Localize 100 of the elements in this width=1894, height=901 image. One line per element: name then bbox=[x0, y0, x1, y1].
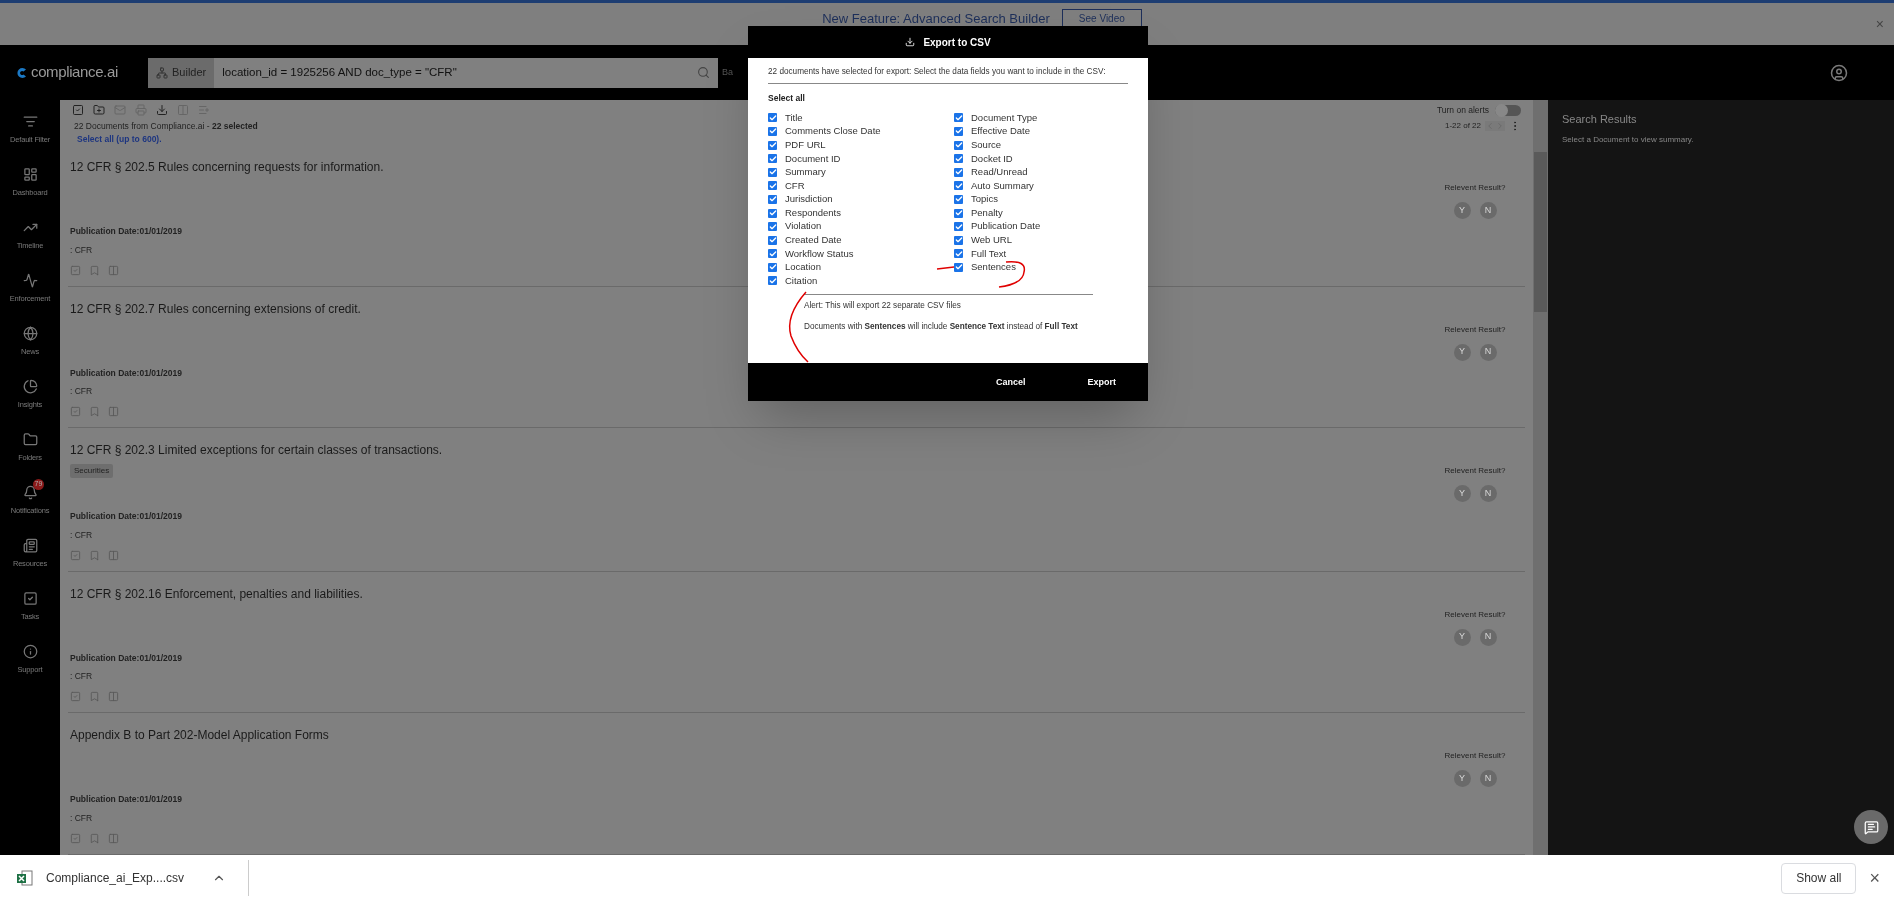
dialog-title: Export to CSV bbox=[923, 35, 991, 50]
select-all-link[interactable]: Select all (up to 600). bbox=[72, 132, 258, 146]
close-button[interactable]: × bbox=[1869, 869, 1880, 887]
checkbox[interactable] bbox=[768, 167, 777, 177]
field-label: Jurisdiction bbox=[785, 192, 833, 207]
field-label: Topics bbox=[971, 192, 998, 207]
checkbox[interactable] bbox=[768, 235, 777, 245]
checkbox[interactable] bbox=[954, 181, 963, 191]
source-text: : CFR bbox=[70, 811, 93, 825]
relevance-prompt: Relevent Result? bbox=[1444, 465, 1506, 477]
banner-text: New Feature: Advanced Search Builder bbox=[821, 10, 1050, 28]
document-title[interactable]: Appendix B to Part 202-Model Application Forms bbox=[70, 726, 329, 744]
checkbox[interactable] bbox=[768, 262, 777, 272]
document-row[interactable]: 12 CFR § 202.3 Limited exceptions for certain classes of transactions. Securities Publication Date:01/01/2019 : CFR Relevent Result? Y N bbox=[68, 428, 1525, 572]
select-checkbox-icon[interactable] bbox=[72, 104, 84, 116]
logo-text: compliance.ai bbox=[31, 62, 118, 83]
checkbox[interactable] bbox=[768, 181, 777, 191]
source-text: : CFR bbox=[70, 528, 93, 542]
no-button[interactable]: N bbox=[1479, 770, 1497, 787]
document-title[interactable]: 12 CFR § 202.3 Limited exceptions for certain classes of transactions. bbox=[70, 441, 443, 459]
document-title[interactable]: 12 CFR § 202.5 Rules concerning requests for information. bbox=[70, 158, 384, 176]
checkbox[interactable] bbox=[768, 113, 777, 123]
checkbox[interactable] bbox=[954, 222, 963, 232]
download-icon[interactable] bbox=[156, 104, 168, 116]
dialog-intro: 22 documents have selected for export: Select the data fields you want to include in the CSV: bbox=[768, 66, 1128, 85]
checkbox[interactable] bbox=[954, 208, 963, 218]
checkbox[interactable] bbox=[768, 194, 777, 204]
document-row[interactable]: Appendix B to Part 202-Model Application Forms Publication Date:01/01/2019 : CFR Relevent Result? Y N bbox=[68, 713, 1525, 855]
checkbox[interactable] bbox=[954, 194, 963, 204]
no-button[interactable]: N bbox=[1479, 485, 1497, 502]
document-title[interactable]: 12 CFR § 202.16 Enforcement, penalties and liabilities. bbox=[70, 584, 363, 603]
folder-icon bbox=[22, 431, 38, 447]
publication-date: Publication Date:01/01/2019 bbox=[70, 225, 182, 238]
folder-add-icon[interactable] bbox=[93, 104, 105, 116]
row-checkbox-icon[interactable] bbox=[70, 549, 81, 561]
field-label: Web URL bbox=[971, 233, 1012, 248]
export-button[interactable]: Export bbox=[1087, 375, 1116, 390]
checkbox[interactable] bbox=[954, 154, 963, 164]
relevance-prompt: Relevent Result? bbox=[1444, 750, 1506, 762]
checkbox[interactable] bbox=[768, 208, 777, 218]
document-row[interactable]: 12 CFR § 202.16 Enforcement, penalties and liabilities. Publication Date:01/01/2019 : CFR Relevent Result? Y N bbox=[68, 571, 1525, 713]
yes-button[interactable]: Y bbox=[1453, 202, 1471, 219]
field-label: Full Text bbox=[971, 246, 1007, 261]
publication-date: Publication Date:01/01/2019 bbox=[70, 510, 182, 523]
checkbox[interactable] bbox=[954, 249, 963, 259]
pagination-label: 1-22 of 22 bbox=[1444, 119, 1481, 132]
topic-tag: Securities bbox=[70, 464, 114, 478]
panel-hint: Select a Document to view summary. bbox=[1562, 133, 1695, 146]
source-text: : CFR bbox=[70, 670, 93, 683]
scrollbar[interactable] bbox=[1533, 100, 1548, 855]
row-checkbox-icon[interactable] bbox=[70, 832, 81, 844]
cancel-button[interactable]: Cancel bbox=[995, 375, 1026, 390]
no-button[interactable]: N bbox=[1479, 202, 1497, 219]
row-checkbox-icon[interactable] bbox=[70, 691, 81, 702]
checkbox[interactable] bbox=[954, 167, 963, 177]
dashboard-icon bbox=[22, 166, 38, 182]
yes-button[interactable]: Y bbox=[1453, 770, 1471, 787]
close-button[interactable]: × bbox=[1875, 17, 1884, 31]
select-all-option[interactable]: Select all bbox=[768, 92, 1128, 106]
row-checkbox-icon[interactable] bbox=[70, 264, 81, 276]
user-avatar-icon[interactable] bbox=[1830, 63, 1848, 82]
yes-button[interactable]: Y bbox=[1453, 343, 1471, 361]
row-checkbox-icon[interactable] bbox=[70, 406, 81, 417]
newspaper-icon bbox=[22, 537, 38, 553]
checkbox[interactable] bbox=[768, 126, 777, 136]
publication-date: Publication Date:01/01/2019 bbox=[70, 366, 182, 380]
checkbox[interactable] bbox=[954, 113, 963, 123]
yes-button[interactable]: Y bbox=[1453, 485, 1471, 502]
field-label: Summary bbox=[785, 165, 826, 180]
checkbox[interactable] bbox=[954, 235, 963, 245]
field-label: Document ID bbox=[785, 151, 841, 166]
search-field[interactable]: Builder location_id = 1925256 AND doc_type = "CFR" bbox=[148, 57, 718, 88]
show-all-button[interactable]: Show all bbox=[1781, 862, 1857, 894]
checkbox[interactable] bbox=[954, 262, 963, 272]
document-title[interactable]: 12 CFR § 202.7 Rules concerning extensions of credit. bbox=[70, 299, 361, 318]
no-button[interactable]: N bbox=[1479, 343, 1497, 361]
checkbox[interactable] bbox=[768, 276, 777, 286]
field-label: Penalty bbox=[971, 205, 1003, 220]
cut-label: Ba bbox=[722, 65, 733, 79]
field-label: PDF URL bbox=[785, 137, 826, 152]
file-name[interactable]: Compliance_ai_Exp....csv bbox=[46, 869, 185, 887]
checkbox[interactable] bbox=[768, 222, 777, 232]
publication-date: Publication Date:01/01/2019 bbox=[70, 651, 182, 665]
alerts-toggle[interactable] bbox=[1495, 104, 1521, 116]
checkbox[interactable] bbox=[768, 154, 777, 164]
checkbox[interactable] bbox=[954, 140, 963, 150]
no-button[interactable]: N bbox=[1479, 628, 1497, 646]
builder-button[interactable]: Builder bbox=[148, 57, 215, 88]
relevance-prompt: Relevent Result? bbox=[1444, 182, 1506, 194]
relevance-prompt: Relevent Result? bbox=[1444, 608, 1506, 621]
checkbox[interactable] bbox=[768, 249, 777, 259]
field-label: Title bbox=[785, 110, 803, 125]
checkbox[interactable] bbox=[768, 140, 777, 150]
search-icon[interactable] bbox=[697, 66, 710, 79]
yes-button[interactable]: Y bbox=[1453, 628, 1471, 646]
checkbox[interactable] bbox=[954, 126, 963, 136]
field-label: Location bbox=[785, 260, 821, 275]
download-icon bbox=[905, 37, 916, 47]
alert-text: Alert: This will export 22 separate CSV files bbox=[804, 299, 962, 312]
field-label: Comments Close Date bbox=[785, 124, 881, 139]
